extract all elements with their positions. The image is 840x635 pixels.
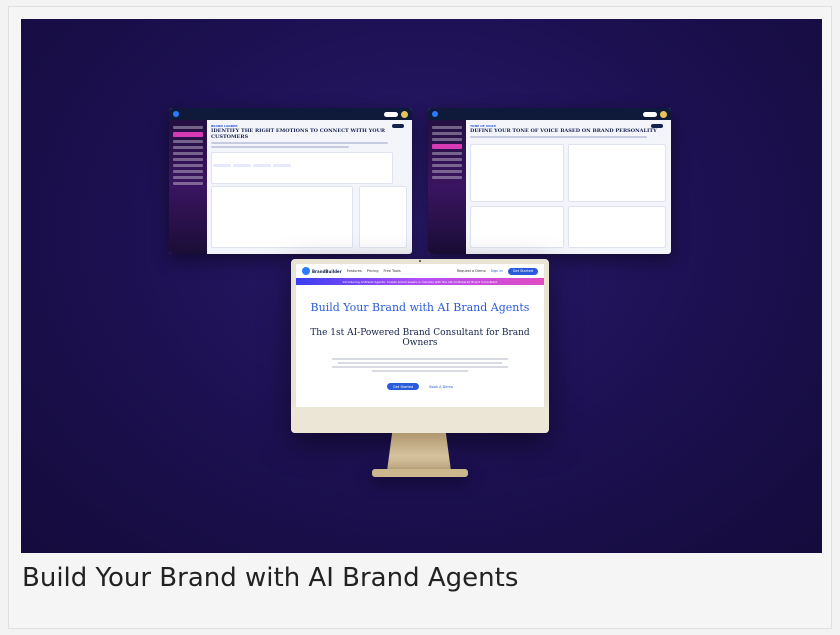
- book-demo-link[interactable]: Book A Demo: [429, 385, 453, 389]
- nav-link-features[interactable]: Features: [347, 269, 362, 273]
- sign-in-link[interactable]: Sign In: [491, 269, 503, 273]
- window-panel: [568, 206, 666, 248]
- nav-link-pricing[interactable]: Pricing: [367, 269, 379, 273]
- window-titlebar: [169, 108, 412, 120]
- camera-icon: [419, 260, 421, 262]
- window-titlebar: [428, 108, 671, 120]
- window-title: IDENTIFY THE RIGHT EMOTIONS TO CONNECT W…: [211, 128, 386, 140]
- monitor-base: [372, 469, 468, 477]
- window-panel: [211, 186, 353, 248]
- image-caption: Build Your Brand with AI Brand Agents: [22, 563, 519, 593]
- hero-subheadline: The 1st AI-Powered Brand Consultant for …: [310, 328, 530, 348]
- window-panel: [470, 144, 564, 202]
- window-panel: [359, 186, 407, 248]
- monitor-stand: [387, 433, 451, 471]
- user-menu: [643, 111, 657, 117]
- avatar: [660, 110, 667, 118]
- site-navbar: BrandBuilder Features Pricing Free Tools…: [296, 264, 544, 278]
- announcement-banner[interactable]: Introducing AI Brand Agents: Create bran…: [296, 278, 544, 285]
- window-brand-text: [182, 112, 183, 116]
- desktop-monitor: BrandBuilder Features Pricing Free Tools…: [291, 259, 549, 433]
- app-window-tone-of-voice: TONE OF VOICE DEFINE YOUR TONE OF VOICE …: [428, 108, 671, 254]
- window-sidebar: [169, 120, 207, 254]
- monitor-chin: [291, 407, 549, 433]
- logo-icon: [432, 111, 438, 117]
- window-title: DEFINE YOUR TONE OF VOICE BASED ON BRAND…: [470, 128, 657, 134]
- monitor-screen: BrandBuilder Features Pricing Free Tools…: [296, 264, 544, 407]
- nav-link-free-tools[interactable]: Free Tools: [384, 269, 401, 273]
- window-sidebar: [428, 120, 466, 254]
- avatar: [401, 110, 408, 118]
- window-panel: [470, 206, 564, 248]
- logo-icon: [302, 267, 310, 275]
- window-panel: [568, 144, 666, 202]
- hero-headline: Build Your Brand with AI Brand Agents: [310, 301, 530, 314]
- hero-body-text: [332, 356, 508, 374]
- logo-text: BrandBuilder: [312, 268, 342, 274]
- app-window-brand-ladder: BRAND LADDER IDENTIFY THE RIGHT EMOTIONS…: [169, 108, 412, 254]
- user-menu: [384, 111, 398, 117]
- site-logo[interactable]: BrandBuilder: [302, 267, 342, 275]
- request-demo-link[interactable]: Request a Demo: [457, 269, 486, 273]
- logo-icon: [173, 111, 179, 117]
- get-started-button[interactable]: Get Started: [386, 383, 420, 390]
- window-panel: [211, 152, 393, 184]
- get-started-nav-button[interactable]: Get Started: [507, 267, 538, 275]
